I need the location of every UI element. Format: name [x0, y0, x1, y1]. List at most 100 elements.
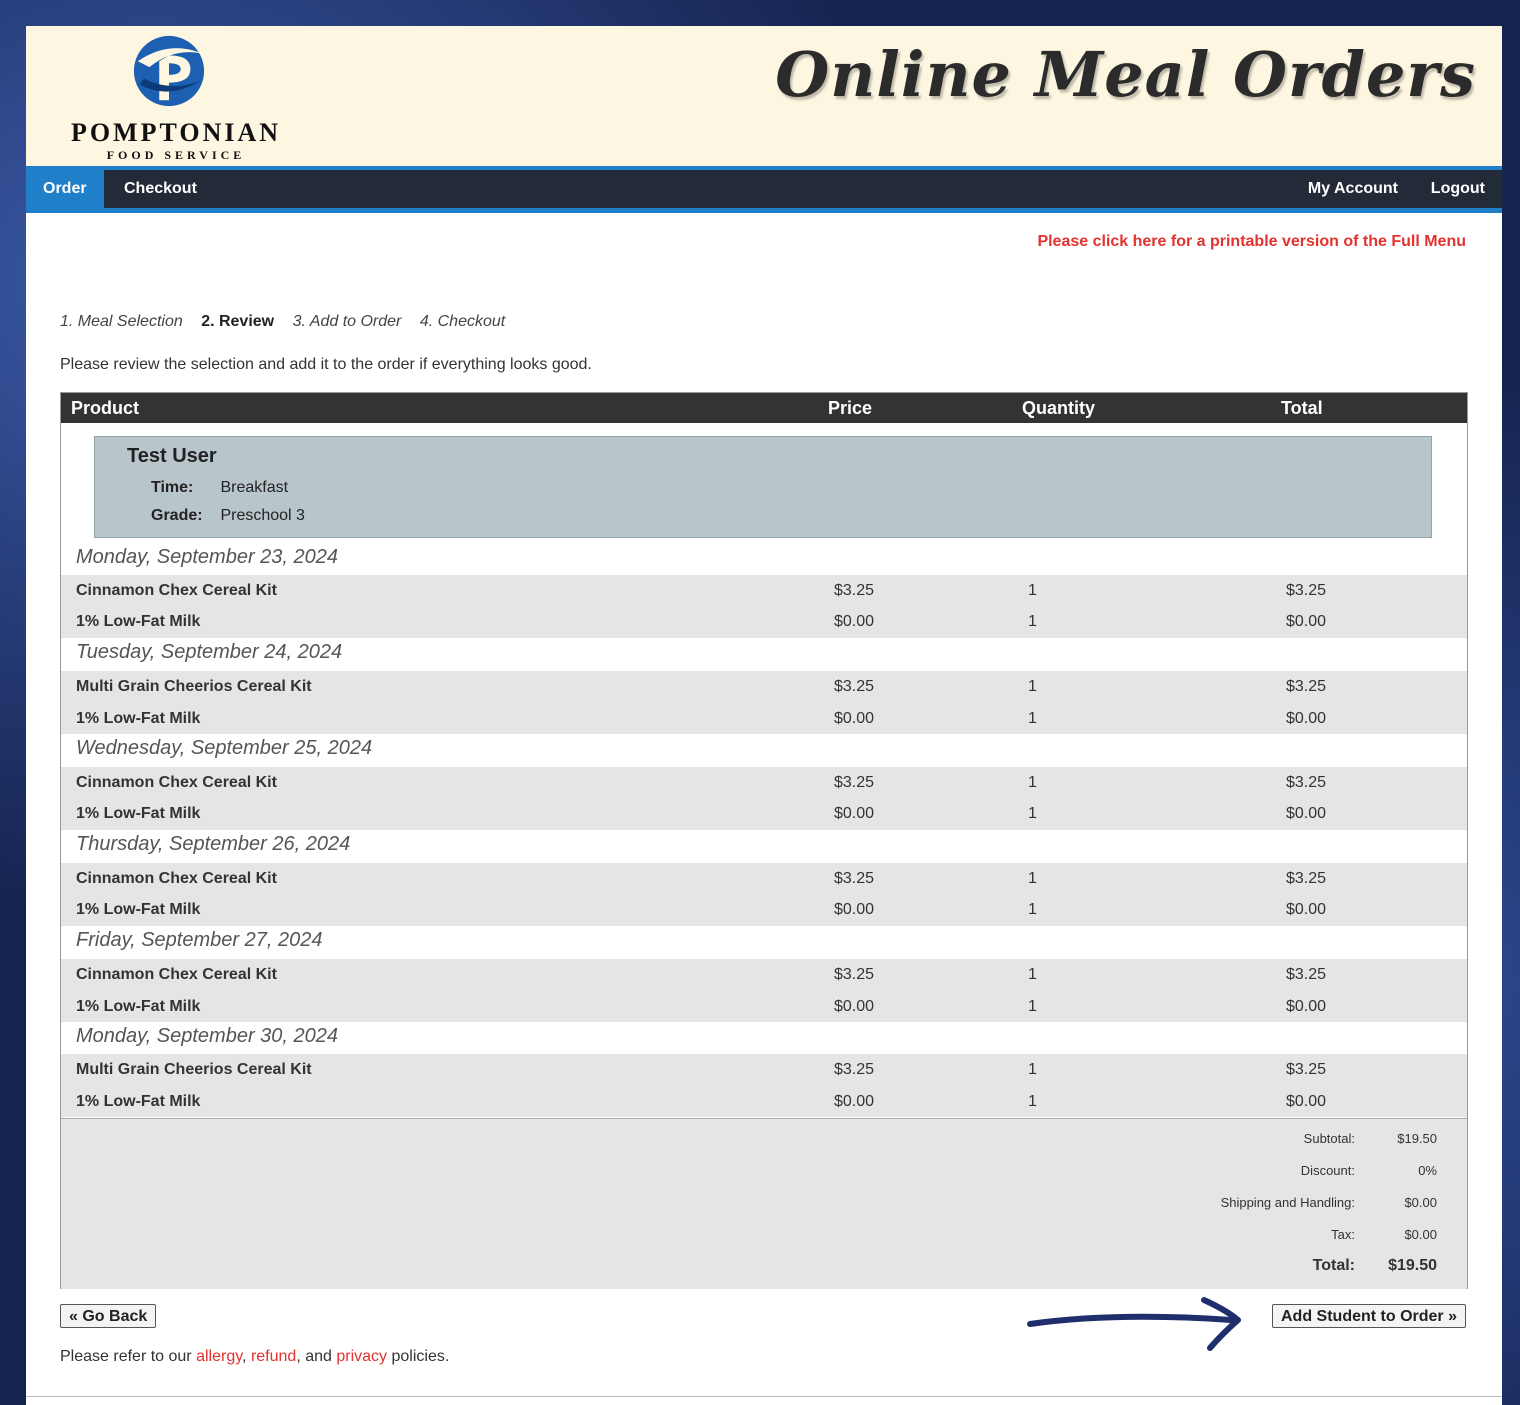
day-date: Wednesday, September 25, 2024: [76, 737, 373, 759]
quantity: 1: [1028, 998, 1037, 1015]
quantity: 1: [1028, 966, 1037, 983]
product-name: 1% Low-Fat Milk: [76, 710, 201, 727]
product-name: Multi Grain Cheerios Cereal Kit: [76, 678, 312, 695]
site-header: POMPTONIAN FOOD SERVICE Online Meal Orde…: [26, 26, 1502, 166]
discount-value: 0%: [1418, 1163, 1437, 1178]
line-total: $0.00: [1286, 901, 1327, 918]
line-total: $3.25: [1286, 582, 1327, 599]
order-review-table: Product Price Quantity Total Test User T…: [60, 392, 1468, 1289]
policies-prefix: Please refer to our: [60, 1348, 192, 1365]
price: $3.25: [834, 1061, 875, 1078]
subtotal-value: $19.50: [1397, 1131, 1437, 1146]
nav-checkout[interactable]: Checkout: [124, 170, 197, 208]
main-nav: Order Checkout My Account Logout: [26, 170, 1502, 208]
price: $0.00: [834, 901, 875, 918]
table-row: Cinnamon Chex Cereal Kit $3.25 1 $3.25: [61, 767, 1467, 799]
page-frame: POMPTONIAN FOOD SERVICE Online Meal Orde…: [26, 26, 1502, 1405]
table-row: Multi Grain Cheerios Cereal Kit $3.25 1 …: [61, 671, 1467, 703]
table-row: 1% Low-Fat Milk $0.00 1 $0.00: [61, 606, 1467, 638]
quantity: 1: [1028, 613, 1037, 630]
step-meal-selection: 1. Meal Selection: [60, 313, 183, 330]
line-total: $3.25: [1286, 774, 1327, 791]
step-add-to-order: 3. Add to Order: [292, 313, 402, 330]
time-label: Time:: [151, 479, 194, 496]
grand-total-label: Total:: [1312, 1257, 1355, 1274]
site-title: Online Meal Orders: [775, 38, 1476, 111]
product-name: 1% Low-Fat Milk: [76, 805, 201, 822]
price: $3.25: [834, 678, 875, 695]
table-row: Cinnamon Chex Cereal Kit $3.25 1 $3.25: [61, 575, 1467, 607]
day-date: Monday, September 30, 2024: [76, 1025, 339, 1047]
allergy-policy-link[interactable]: allergy: [196, 1348, 242, 1365]
table-row: Cinnamon Chex Cereal Kit $3.25 1 $3.25: [61, 863, 1467, 895]
quantity: 1: [1028, 678, 1037, 695]
tax-label: Tax:: [1331, 1227, 1355, 1242]
line-total: $0.00: [1286, 998, 1327, 1015]
table-row: 1% Low-Fat Milk $0.00 1 $0.00: [61, 798, 1467, 830]
price: $0.00: [834, 613, 875, 630]
refund-policy-link[interactable]: refund: [251, 1348, 296, 1365]
nav-order[interactable]: Order: [26, 170, 104, 208]
add-student-to-order-button[interactable]: Add Student to Order »: [1272, 1304, 1466, 1328]
order-totals: Subtotal: $19.50 Discount: 0% Shipping a…: [61, 1118, 1467, 1289]
student-time: Time: Breakfast: [151, 479, 288, 497]
pomptonian-logo-icon: [133, 35, 205, 107]
step-review: 2. Review: [201, 313, 275, 330]
nav-divider: [26, 208, 1502, 213]
student-info: Test User Time: Breakfast Grade: Prescho…: [94, 436, 1432, 538]
grand-total-row: Total: $19.50: [61, 1257, 1467, 1281]
time-value: Breakfast: [220, 479, 289, 496]
quantity: 1: [1028, 710, 1037, 727]
day-date: Monday, September 23, 2024: [76, 546, 339, 568]
product-name: Cinnamon Chex Cereal Kit: [76, 870, 277, 887]
table-row: 1% Low-Fat Milk $0.00 1 $0.00: [61, 1086, 1467, 1118]
product-name: 1% Low-Fat Milk: [76, 901, 201, 918]
product-name: 1% Low-Fat Milk: [76, 998, 201, 1015]
table-row: 1% Low-Fat Milk $0.00 1 $0.00: [61, 703, 1467, 735]
day-date: Friday, September 27, 2024: [76, 929, 323, 951]
line-total: $3.25: [1286, 1061, 1327, 1078]
shipping-row: Shipping and Handling: $0.00: [61, 1195, 1467, 1219]
nav-logout[interactable]: Logout: [1431, 170, 1485, 208]
quantity: 1: [1028, 582, 1037, 599]
policies-comma: ,: [242, 1348, 247, 1365]
subtotal-row: Subtotal: $19.50: [61, 1131, 1467, 1155]
annotation-arrow-icon: [1027, 1297, 1241, 1351]
quantity: 1: [1028, 870, 1037, 887]
product-name: 1% Low-Fat Milk: [76, 1093, 201, 1110]
grade-value: Preschool 3: [220, 507, 305, 524]
student-name: Test User: [127, 445, 217, 467]
table-header: Product Price Quantity Total: [61, 393, 1467, 423]
line-total: $0.00: [1286, 613, 1327, 630]
go-back-button[interactable]: « Go Back: [60, 1304, 157, 1328]
printable-menu-link[interactable]: Please click here for a printable versio…: [1037, 233, 1466, 251]
table-row: Cinnamon Chex Cereal Kit $3.25 1 $3.25: [61, 959, 1467, 991]
policies-and: , and: [296, 1348, 332, 1365]
subtotal-label: Subtotal:: [1303, 1131, 1355, 1146]
brand-subtitle: FOOD SERVICE: [106, 148, 246, 162]
price: $3.25: [834, 966, 875, 983]
col-quantity: Quantity: [1022, 398, 1096, 418]
col-total: Total: [1281, 398, 1323, 418]
quantity: 1: [1028, 1093, 1037, 1110]
price: $3.25: [834, 870, 875, 887]
price: $3.25: [834, 582, 875, 599]
day-date: Thursday, September 26, 2024: [76, 833, 351, 855]
discount-label: Discount:: [1300, 1163, 1355, 1178]
quantity: 1: [1028, 805, 1037, 822]
review-instructions: Please review the selection and add it t…: [60, 356, 592, 373]
quantity: 1: [1028, 901, 1037, 918]
shipping-value: $0.00: [1404, 1195, 1437, 1210]
privacy-policy-link[interactable]: privacy: [336, 1348, 387, 1365]
col-product: Product: [71, 398, 140, 418]
nav-my-account[interactable]: My Account: [1308, 170, 1398, 208]
tax-value: $0.00: [1404, 1227, 1437, 1242]
discount-row: Discount: 0%: [61, 1163, 1467, 1187]
grand-total-value: $19.50: [1388, 1257, 1437, 1274]
line-total: $0.00: [1286, 805, 1327, 822]
line-total: $0.00: [1286, 710, 1327, 727]
line-total: $0.00: [1286, 1093, 1327, 1110]
policies-notice: Please refer to our allergy, refund, and…: [60, 1348, 449, 1366]
brand-name: POMPTONIAN: [70, 118, 282, 147]
tax-row: Tax: $0.00: [61, 1227, 1467, 1251]
